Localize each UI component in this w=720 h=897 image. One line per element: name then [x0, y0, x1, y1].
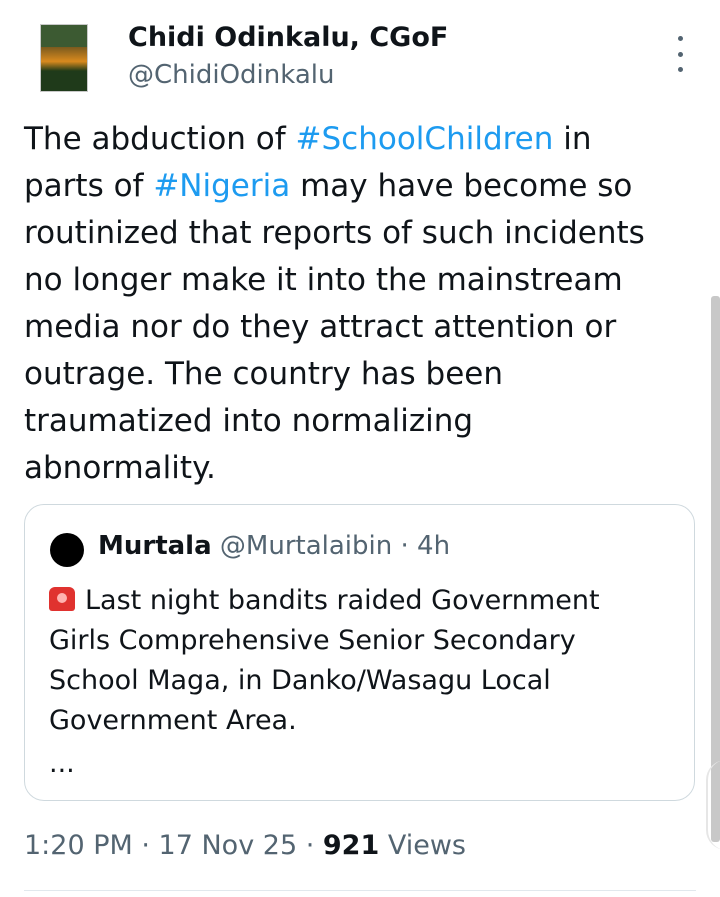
quoted-tweet-card[interactable]: Murtala @Murtalaibin · 4h Last night ban…: [24, 504, 695, 801]
quoted-text-body: Last night bandits raided Government Gir…: [49, 585, 600, 736]
author-name[interactable]: Chidi Odinkalu, CGoF: [128, 22, 448, 53]
book-cover-title-area: [41, 25, 87, 47]
screen-edge: [706, 760, 720, 850]
author-avatar[interactable]: [40, 24, 88, 92]
hashtag-link[interactable]: #SchoolChildren: [296, 121, 554, 157]
book-cover-art: [41, 47, 87, 71]
book-cover-author-area: [41, 71, 87, 91]
quoted-tweet-header: Murtala @Murtalaibin · 4h: [98, 531, 450, 561]
quoted-tweet-text: Last night bandits raided Government Gir…: [49, 581, 669, 741]
police-siren-icon: [49, 587, 75, 611]
views-label: Views: [379, 830, 466, 861]
more-dot: [677, 51, 683, 57]
quoted-author-handle[interactable]: @Murtalaibin: [220, 531, 392, 561]
more-options-icon[interactable]: [666, 36, 694, 72]
tweet-date[interactable]: 17 Nov 25: [159, 830, 298, 861]
more-dot: [677, 36, 683, 41]
quoted-separator: ·: [392, 531, 418, 561]
tweet-meta: 1:20 PM · 17 Nov 25 · 921 Views: [24, 830, 466, 861]
author-handle[interactable]: @ChidiOdinkalu: [128, 60, 335, 90]
tweet-text-segment: may have become so routinized that repor…: [24, 168, 645, 486]
meta-separator: ·: [297, 830, 323, 861]
tweet-text: The abduction of #SchoolChildren in part…: [24, 116, 664, 492]
quoted-author-name[interactable]: Murtala: [98, 531, 212, 561]
more-dot: [677, 67, 683, 72]
tweet-text-segment: The abduction of: [24, 121, 296, 157]
views-count[interactable]: 921: [323, 830, 379, 861]
divider: [24, 890, 696, 891]
quoted-ellipsis: ...: [49, 748, 75, 779]
quoted-author-avatar[interactable]: [50, 533, 84, 567]
hashtag-link[interactable]: #Nigeria: [153, 168, 290, 204]
meta-separator: ·: [132, 830, 159, 861]
quoted-time[interactable]: 4h: [417, 531, 450, 561]
tweet-time[interactable]: 1:20 PM: [24, 830, 133, 861]
